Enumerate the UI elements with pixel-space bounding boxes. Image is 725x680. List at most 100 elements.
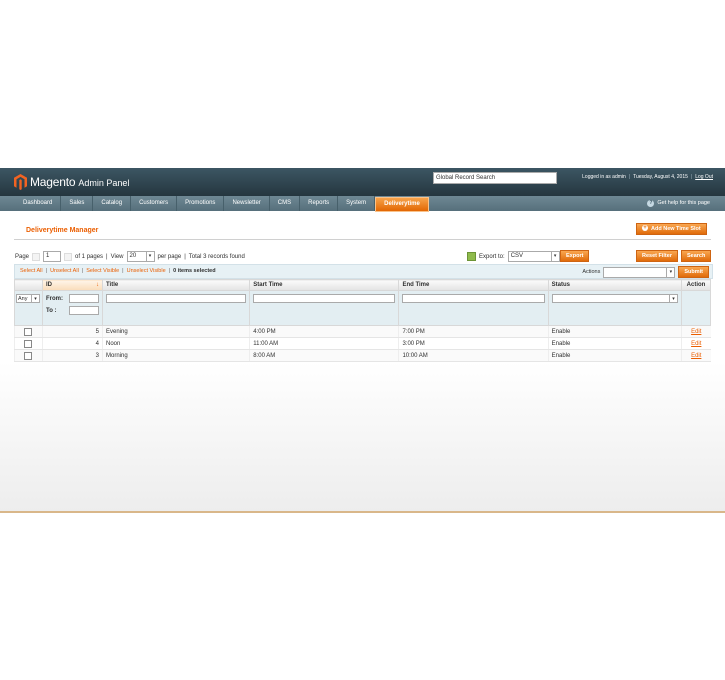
logo-subtitle: Admin Panel <box>78 178 130 188</box>
page-number-input[interactable]: 1 <box>43 251 62 262</box>
export-button[interactable]: Export <box>560 250 590 262</box>
mass-separator: | <box>122 268 124 274</box>
chevron-down-icon: ▾ <box>31 295 39 303</box>
logged-in-text: Logged in as admin <box>582 174 626 180</box>
help-link[interactable]: ? Get help for this page <box>647 196 710 211</box>
export-controls: Export to: CSV ▾ <box>467 251 560 262</box>
row-title: Morning <box>101 349 250 362</box>
row-id: 4 <box>41 337 103 350</box>
row-end-time: 3:00 PM <box>398 337 549 350</box>
row-start-time: 8:00 AM <box>249 349 399 362</box>
select-filter[interactable]: Any ▾ <box>16 294 40 303</box>
next-page-icon[interactable] <box>64 252 73 261</box>
per-page-label: per page <box>157 253 182 260</box>
actions-label: Actions <box>582 269 601 275</box>
global-search-input[interactable]: Global Record Search <box>433 172 557 184</box>
per-page-select[interactable]: 20 ▾ <box>126 251 155 262</box>
select-all-link[interactable]: Select All <box>20 265 43 278</box>
nav-deliverytime[interactable]: Deliverytime <box>375 197 429 212</box>
end-time-filter-input[interactable] <box>402 294 545 303</box>
id-from-input[interactable] <box>68 294 99 303</box>
header-separator: | <box>628 174 631 180</box>
nav-newsletter[interactable]: Newsletter <box>224 196 270 211</box>
status-filter-select[interactable]: ▾ <box>551 294 678 303</box>
row-id: 5 <box>41 325 103 338</box>
mass-separator: | <box>81 268 84 274</box>
header-user-info: Logged in as admin | Tuesday, August 4, … <box>582 174 713 180</box>
nav-cms[interactable]: CMS <box>270 196 301 211</box>
magento-logo-icon <box>14 174 27 190</box>
header-date: Tuesday, August 4, 2015 <box>633 174 688 180</box>
table-row[interactable]: 3 Morning 8:00 AM 10:00 AM Enable Edit <box>14 349 711 362</box>
actions-select[interactable]: ▾ <box>603 266 676 278</box>
plus-icon: + <box>642 225 648 232</box>
title-filter-input[interactable] <box>105 294 247 303</box>
bottom-divider <box>0 511 725 513</box>
nav-sales[interactable]: Sales <box>61 196 94 211</box>
page-label: Page <box>15 253 30 260</box>
column-header-id[interactable]: ID ↓ <box>41 279 103 291</box>
nav-reports[interactable]: Reports <box>300 196 339 211</box>
nav-catalog[interactable]: Catalog <box>93 196 132 211</box>
export-format-value: CSV <box>510 253 524 259</box>
view-label: View <box>110 253 124 260</box>
column-header-end-time[interactable]: End Time <box>398 279 549 291</box>
edit-link[interactable]: Edit <box>691 341 701 347</box>
admin-app: Magento Admin Panel Global Record Search… <box>0 168 725 512</box>
header-separator: | <box>690 174 693 180</box>
logout-link[interactable]: Log Out <box>695 174 713 180</box>
help-icon: ? <box>647 200 655 207</box>
edit-link[interactable]: Edit <box>691 329 701 335</box>
export-format-select[interactable]: CSV ▾ <box>507 251 560 262</box>
table-row[interactable]: 5 Evening 4:00 PM 7:00 PM Enable Edit <box>14 325 711 338</box>
start-time-filter-input[interactable] <box>253 294 396 303</box>
selected-count: 0 items selected <box>173 268 216 274</box>
id-to-input[interactable] <box>68 306 99 315</box>
chevron-down-icon: ▾ <box>668 295 677 303</box>
row-start-time: 4:00 PM <box>249 325 399 338</box>
column-header-title[interactable]: Title <box>101 279 251 291</box>
id-from-label: From: <box>45 295 63 302</box>
grid-filter-row: Any ▾ From: To : ▾ <box>14 290 712 326</box>
chevron-down-icon: ▾ <box>145 252 154 261</box>
nav-customers[interactable]: Customers <box>131 196 178 211</box>
nav-dashboard[interactable]: Dashboard <box>15 196 62 211</box>
unselect-all-link[interactable]: Unselect All <box>50 265 79 278</box>
row-id: 3 <box>41 349 103 362</box>
magento-logo[interactable]: Magento Admin Panel <box>14 172 129 192</box>
column-header-status[interactable]: Status <box>547 279 682 291</box>
previous-page-icon[interactable] <box>32 252 41 261</box>
reset-filter-button[interactable]: Reset Filter <box>636 250 678 262</box>
grid-header-row: ID ↓ Title Start Time End Time Status Act… <box>14 279 712 291</box>
row-checkbox[interactable] <box>24 339 33 348</box>
row-end-time: 10:00 AM <box>398 349 549 362</box>
action-filter-cell <box>680 290 712 326</box>
title-divider <box>14 239 711 240</box>
row-checkbox[interactable] <box>24 327 33 336</box>
edit-link[interactable]: Edit <box>691 353 701 359</box>
nav-promotions[interactable]: Promotions <box>177 196 225 211</box>
unselect-visible-link[interactable]: Unselect Visible <box>127 265 166 278</box>
column-header-start-time[interactable]: Start Time <box>249 279 400 291</box>
search-button[interactable]: Search <box>681 250 712 262</box>
row-checkbox[interactable] <box>24 351 33 360</box>
row-status: Enable <box>547 349 682 362</box>
page-title: Deliverytime Manager <box>26 227 99 234</box>
of-pages-text: of 1 pages <box>75 253 104 260</box>
column-header-select <box>14 279 43 291</box>
mass-separator: | <box>168 268 171 274</box>
pager-separator: | <box>106 253 108 260</box>
column-header-label: ID <box>45 282 52 288</box>
nav-system[interactable]: System <box>338 196 376 211</box>
mass-separator: | <box>45 268 48 274</box>
table-row[interactable]: 4 Noon 11:00 AM 3:00 PM Enable Edit <box>14 337 711 350</box>
submit-button[interactable]: Submit <box>678 266 709 278</box>
select-visible-link[interactable]: Select Visible <box>86 265 119 278</box>
chevron-down-icon: ▾ <box>550 252 559 261</box>
row-title: Noon <box>101 337 250 350</box>
per-page-value: 20 <box>129 253 137 259</box>
admin-header: Magento Admin Panel Global Record Search… <box>0 168 725 196</box>
row-end-time: 7:00 PM <box>398 325 549 338</box>
add-time-slot-button[interactable]: + Add New Time Slot <box>636 223 707 235</box>
help-link-label: Get help for this page <box>657 200 710 206</box>
